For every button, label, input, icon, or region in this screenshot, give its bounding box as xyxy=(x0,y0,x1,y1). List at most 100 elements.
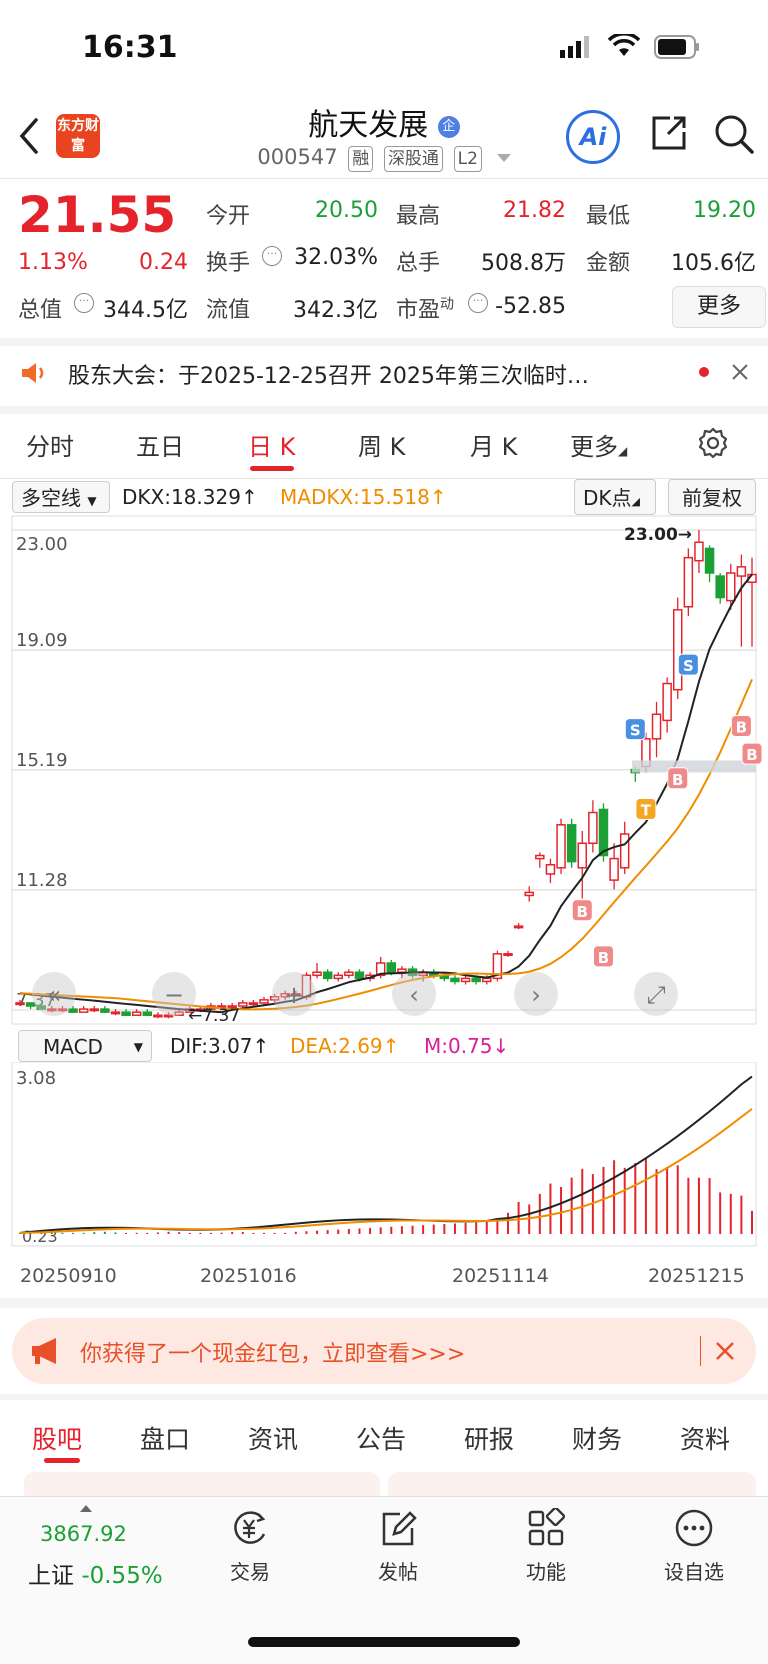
current-price: 21.55 xyxy=(18,186,177,244)
candle-body xyxy=(450,977,460,983)
scroll-left-fast-icon[interactable]: « xyxy=(32,972,76,1016)
fullscreen-icon[interactable]: ⤢ xyxy=(634,972,678,1016)
dk-point-button[interactable]: DK点◢ xyxy=(574,479,656,515)
candle-body xyxy=(598,808,609,857)
y-tick-label: 11.28 xyxy=(16,870,68,891)
tab-monthly-k[interactable]: 月 K xyxy=(470,427,517,462)
scroll-right-icon[interactable]: › xyxy=(514,972,558,1016)
index-value[interactable]: 3867.92 xyxy=(40,1522,127,1546)
unread-dot xyxy=(699,367,709,377)
candle-body xyxy=(248,1002,259,1006)
candle-body xyxy=(588,811,598,844)
tab-five-day[interactable]: 五日 xyxy=(136,427,184,462)
signal-marker: B xyxy=(592,945,614,968)
dropdown-caret-icon[interactable] xyxy=(496,154,511,162)
tab-more[interactable]: 更多◢ xyxy=(570,427,627,462)
candle-body xyxy=(736,566,747,577)
down-arrow-icon: ↓ xyxy=(492,1034,510,1058)
candle-body xyxy=(78,1008,89,1013)
kline-chart[interactable]: 23.0019.0915.1911.287.3723.00→←7.37SSBBB… xyxy=(0,514,768,1028)
index-ticker[interactable]: 上证 -0.55% xyxy=(28,1556,163,1590)
pe-label-text: 市盈 xyxy=(396,298,441,323)
tab-intraday[interactable]: 分时 xyxy=(26,427,74,462)
main-indicator-select[interactable]: 多空线 ▼ xyxy=(12,481,110,513)
section-divider xyxy=(0,1298,768,1308)
settings-gear-icon[interactable] xyxy=(696,426,730,464)
candle-body xyxy=(397,968,407,973)
y-tick-label: 15.19 xyxy=(16,750,68,771)
market-cap-label: 总值 xyxy=(18,298,63,323)
tab-order-book[interactable]: 盘口 xyxy=(140,1420,190,1456)
high-label: 最高 xyxy=(396,204,441,229)
grid-apps-icon xyxy=(528,1508,566,1546)
candle-body xyxy=(577,842,588,869)
change-percent: 1.13% xyxy=(18,250,88,275)
scroll-left-icon[interactable]: ‹ xyxy=(392,972,436,1016)
candle-body xyxy=(153,1014,163,1018)
share-icon[interactable] xyxy=(648,112,690,158)
tab-finance[interactable]: 财务 xyxy=(572,1420,622,1456)
candle-body xyxy=(386,962,397,973)
wifi-icon xyxy=(607,32,641,62)
candle-body xyxy=(513,925,524,929)
amount-value: 105.6亿 xyxy=(671,251,756,276)
y-tick-label: 23.00 xyxy=(16,534,68,555)
candle-body xyxy=(471,977,481,983)
dropdown-caret-icon: ▼ xyxy=(133,1040,143,1054)
candle xyxy=(566,818,577,868)
m-value: M:0.75 xyxy=(424,1034,493,1058)
tab-research[interactable]: 研报 xyxy=(464,1420,514,1456)
ai-assistant-button[interactable]: Ai xyxy=(566,110,620,164)
tag-connect: 深股通 xyxy=(383,146,443,172)
macd-chart[interactable]: 3.080.2320250910 20251016 20251114 20251215 xyxy=(0,1062,768,1294)
macd-indicator-select[interactable]: MACD ▼ xyxy=(18,1030,152,1062)
zoom-out-icon-glyph: − xyxy=(164,981,184,1009)
turnover-value: 32.03% xyxy=(294,245,378,270)
volume-value: 508.8万 xyxy=(481,251,566,276)
more-quote-button[interactable]: 更多 xyxy=(672,286,766,328)
tab-forum[interactable]: 股吧 xyxy=(32,1420,82,1456)
close-icon[interactable] xyxy=(714,1340,736,1366)
scroll-right-icon-glyph: › xyxy=(531,981,541,1009)
candle-body xyxy=(535,854,545,860)
candle-body xyxy=(545,863,556,875)
candle-body xyxy=(460,977,471,983)
candle-body xyxy=(142,1011,153,1016)
close-icon[interactable] xyxy=(730,362,750,386)
banner-text[interactable]: 你获得了一个现金红包，立即查看>>> xyxy=(80,1336,465,1368)
speaker-icon xyxy=(20,360,48,390)
candle-body xyxy=(110,1011,121,1015)
trade-nav[interactable]: 交易 xyxy=(190,1508,310,1585)
candle-body xyxy=(566,824,577,863)
adjust-button[interactable]: 前复权 xyxy=(668,479,756,515)
volume-label: 总手 xyxy=(396,251,441,276)
enterprise-badge-icon: 企 xyxy=(437,115,460,138)
functions-nav[interactable]: 功能 xyxy=(486,1508,606,1585)
post-nav[interactable]: 发帖 xyxy=(338,1508,458,1585)
candle-body xyxy=(89,1008,100,1012)
tab-weekly-k[interactable]: 周 K xyxy=(358,427,405,462)
candle-body xyxy=(131,1011,142,1016)
zoom-in-icon[interactable]: + xyxy=(272,972,316,1016)
watchlist-nav[interactable]: 设自选 xyxy=(634,1508,754,1585)
candle-body xyxy=(715,575,725,599)
tab-news[interactable]: 资讯 xyxy=(248,1420,298,1456)
tab-announcements[interactable]: 公告 xyxy=(356,1420,406,1456)
signal-label: T xyxy=(641,801,652,819)
candle-body xyxy=(726,572,736,602)
candle-body xyxy=(503,953,513,957)
shareholder-notice[interactable]: 股东大会：于2025-12-25召开 2025年第三次临时… xyxy=(68,358,678,390)
zoom-out-icon[interactable]: − xyxy=(152,972,196,1016)
madkx-value: MADKX:15.518 xyxy=(280,485,430,509)
index-name: 上证 xyxy=(28,1563,74,1589)
section-divider xyxy=(0,338,768,346)
candle xyxy=(556,818,566,874)
info-dots-icon[interactable]: ··· xyxy=(468,293,488,313)
tab-daily-k[interactable]: 日 K xyxy=(248,427,295,462)
search-icon[interactable] xyxy=(712,112,756,160)
edit-post-icon xyxy=(382,1511,417,1546)
tab-more-label: 更多 xyxy=(570,433,618,461)
change-amount: 0.24 xyxy=(139,250,188,275)
tab-profile[interactable]: 资料 xyxy=(680,1420,730,1456)
y-tick-label: 19.09 xyxy=(16,630,68,651)
